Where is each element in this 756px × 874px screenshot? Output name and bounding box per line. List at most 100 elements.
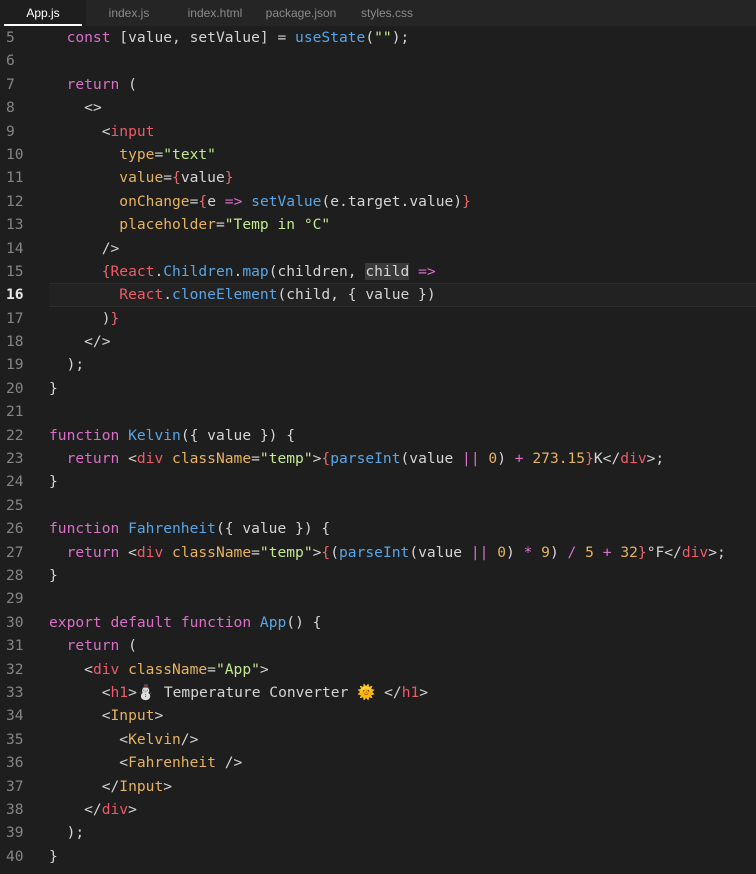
code-line: 9 <input [0,120,756,143]
line-number: 6 [6,52,15,70]
code-text[interactable]: onChange={e => setValue(e.target.value)} [49,190,471,213]
code-line: 39 ); [0,821,756,844]
code-line: 19 ); [0,353,756,376]
line-number: 25 [6,496,24,514]
code-text[interactable]: <Fahrenheit /> [49,751,242,774]
line-number: 39 [6,824,24,842]
line-number: 40 [6,847,24,865]
code-text[interactable]: } [49,377,58,400]
line-number: 30 [6,613,24,631]
tab-styles-css[interactable]: styles.css [344,0,430,26]
code-text[interactable]: return ( [49,73,137,96]
code-line: 20 } [0,377,756,400]
code-line: 31 return ( [0,634,756,657]
code-text[interactable]: function Fahrenheit({ value }) { [49,517,330,540]
code-text[interactable]: <Input> [49,704,164,727]
code-line: 5 const [value, setValue] = useState("")… [0,26,756,49]
code-line: 36 <Fahrenheit /> [0,751,756,774]
line-number: 37 [6,777,24,795]
code-line: 18 </> [0,330,756,353]
tab-bar: App.js index.js index.html package.json … [0,0,756,26]
code-line: 23 return <div className="temp">{parseIn… [0,447,756,470]
line-number: 35 [6,730,24,748]
code-line: 13 placeholder="Temp in °C" [0,213,756,236]
code-text[interactable]: {React.Children.map(children, child => [49,260,436,283]
line-number: 36 [6,754,24,772]
line-number: 8 [6,99,15,117]
tab-index-html[interactable]: index.html [172,0,258,26]
code-text[interactable]: ); [49,353,85,376]
code-text[interactable]: const [value, setValue] = useState(""); [49,26,410,49]
code-text[interactable]: value={value} [49,166,233,189]
code-text[interactable]: <input [49,120,155,143]
line-number: 34 [6,707,24,725]
tab-package-json[interactable]: package.json [258,0,344,26]
code-text[interactable]: } [49,845,58,868]
line-number: 9 [6,122,15,140]
code-line: 33 <h1>⛄ Temperature Converter 🌞 </h1> [0,681,756,704]
code-line: 35 <Kelvin/> [0,728,756,751]
line-number: 13 [6,216,24,234]
code-line: 27 return <div className="temp">{(parseI… [0,541,756,564]
code-text[interactable]: ); [49,821,85,844]
line-number: 32 [6,660,24,678]
line-number: 7 [6,75,15,93]
code-line: 15 {React.Children.map(children, child =… [0,260,756,283]
line-number: 29 [6,590,24,608]
code-text[interactable]: type="text" [49,143,216,166]
code-text[interactable]: </> [49,330,110,353]
code-text[interactable]: return ( [49,634,137,657]
code-editor[interactable]: 5 const [value, setValue] = useState("")… [0,26,756,874]
line-number: 14 [6,239,24,257]
code-text[interactable]: return <div className="temp">{parseInt(v… [49,447,665,470]
code-line: 17 )} [0,307,756,330]
code-text[interactable]: <Kelvin/> [49,728,198,751]
code-text[interactable]: <div className="App"> [49,658,269,681]
code-text[interactable]: )} [49,307,120,330]
line-number: 19 [6,356,24,374]
sun-emoji-icon: 🌞 [357,683,376,701]
code-line: 11 value={value} [0,166,756,189]
code-line: 10 type="text" [0,143,756,166]
code-text[interactable]: <h1>⛄ Temperature Converter 🌞 </h1> [49,681,428,704]
line-number: 11 [6,169,24,187]
snowman-emoji-icon: ⛄ [136,683,156,701]
code-line: 14 /> [0,237,756,260]
code-text[interactable]: <> [49,96,102,119]
code-text[interactable]: </div> [49,798,137,821]
code-line: 32 <div className="App"> [0,658,756,681]
line-number: 12 [6,192,24,210]
code-line: 25 [0,494,756,517]
line-number: 21 [6,403,24,421]
code-line-current: 16 React.cloneElement(child, { value }) [0,283,756,308]
code-line: 8 <> [0,96,756,119]
line-number: 33 [6,683,24,701]
code-text[interactable]: /> [49,237,120,260]
code-line: 40 } [0,845,756,868]
line-number: 31 [6,637,24,655]
code-text[interactable]: } [49,470,58,493]
code-line: 37 </Input> [0,775,756,798]
code-line: 28 } [0,564,756,587]
code-text[interactable]: return <div className="temp">{(parseInt(… [49,541,726,564]
code-line: 30 export default function App() { [0,611,756,634]
line-number: 27 [6,543,24,561]
line-number: 17 [6,309,24,327]
line-number: 22 [6,426,24,444]
code-line: 6 [0,49,756,72]
line-number: 10 [6,145,24,163]
code-line: 12 onChange={e => setValue(e.target.valu… [0,190,756,213]
code-text[interactable]: </Input> [49,775,172,798]
tab-index-js[interactable]: index.js [86,0,172,26]
code-text[interactable]: export default function App() { [49,611,321,634]
tab-app-js[interactable]: App.js [0,0,86,26]
code-text[interactable]: React.cloneElement(child, { value }) [49,283,435,306]
code-text[interactable]: } [49,564,58,587]
code-line: 34 <Input> [0,704,756,727]
line-number: 18 [6,333,24,351]
code-line: 26 function Fahrenheit({ value }) { [0,517,756,540]
line-number: 20 [6,379,24,397]
code-text[interactable]: function Kelvin({ value }) { [49,424,295,447]
code-text[interactable]: placeholder="Temp in °C" [49,213,330,236]
line-number: 15 [6,262,24,280]
